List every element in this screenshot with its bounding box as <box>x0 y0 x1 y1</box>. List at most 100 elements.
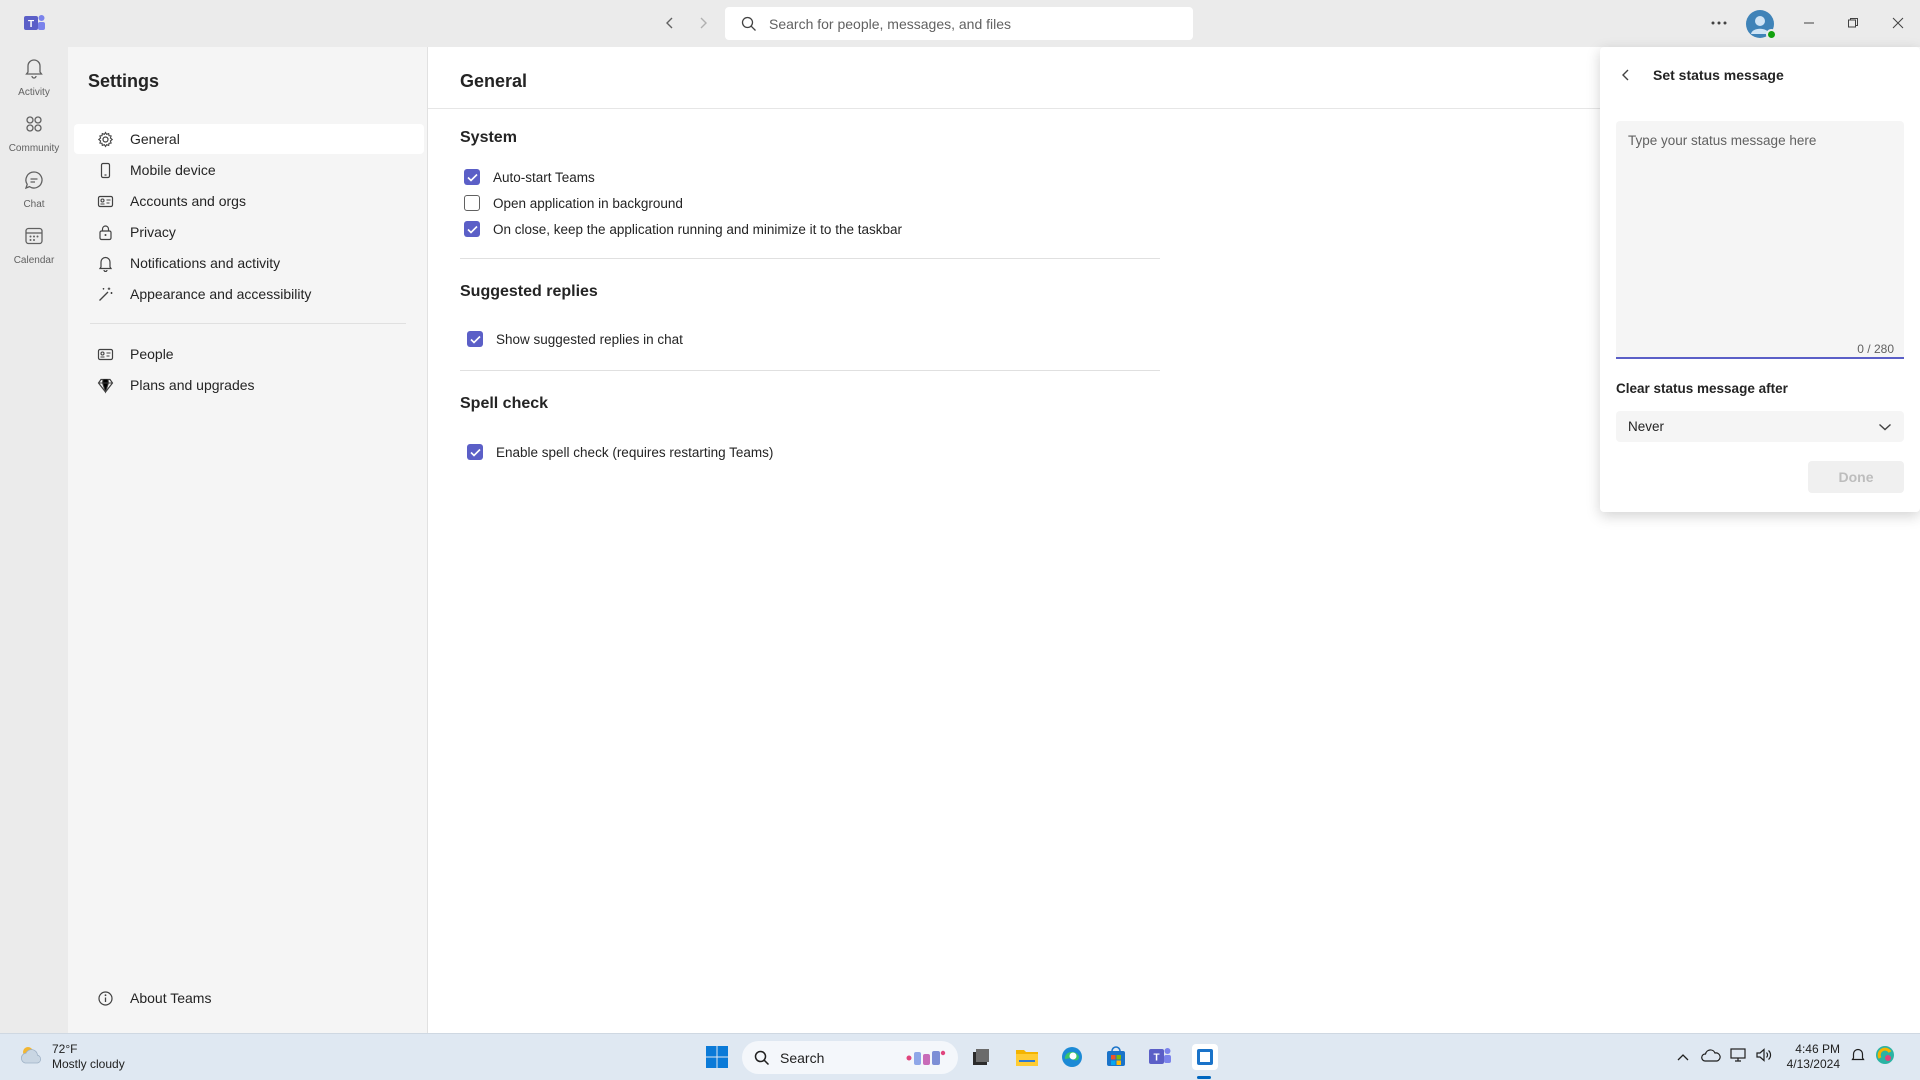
section-title-system: System <box>460 129 517 146</box>
chevron-up-icon[interactable] <box>1677 1048 1689 1066</box>
checkbox-checked[interactable] <box>467 331 483 347</box>
taskbar-search[interactable]: Search <box>742 1041 958 1074</box>
rail-item-chat[interactable]: Chat <box>0 169 68 221</box>
phone-icon <box>96 161 114 179</box>
sidebar-item-plans[interactable]: Plans and upgrades <box>74 370 424 400</box>
sidebar-item-label: Privacy <box>130 224 176 240</box>
sidebar-item-accounts[interactable]: Accounts and orgs <box>74 186 424 216</box>
cloudy-weather-icon <box>18 1044 44 1071</box>
title-bar: T Search for people, messages, and files <box>0 0 1920 47</box>
section-title-spell: Spell check <box>460 395 549 412</box>
settings-sidebar: Settings General Mobile device Accounts … <box>68 47 428 1033</box>
rail-item-community[interactable]: Community <box>0 113 68 165</box>
option-spell-check[interactable]: Enable spell check (requires restarting … <box>467 444 773 460</box>
option-label: Show suggested replies in chat <box>496 331 683 347</box>
option-label: Auto-start Teams <box>493 169 595 185</box>
search-input[interactable]: Search for people, messages, and files <box>725 7 1193 40</box>
active-app-icon[interactable] <box>1192 1044 1218 1070</box>
back-chevron-icon[interactable] <box>1616 65 1636 85</box>
rail-item-calendar[interactable]: Calendar <box>0 225 68 277</box>
copilot-icon[interactable] <box>1874 1044 1896 1071</box>
clear-after-dropdown[interactable]: Never <box>1616 411 1904 442</box>
onedrive-icon[interactable] <box>1700 1048 1721 1067</box>
option-label: On close, keep the application running a… <box>493 221 902 237</box>
taskbar-search-label: Search <box>780 1049 825 1066</box>
sidebar-item-notifications[interactable]: Notifications and activity <box>74 248 424 278</box>
sidebar-item-label: General <box>130 131 180 147</box>
search-icon <box>741 16 757 32</box>
gear-icon <box>96 130 114 148</box>
windows-taskbar: 72°F Mostly cloudy Search T 4:46 PM 4/13… <box>0 1033 1920 1080</box>
bell-icon <box>96 254 114 272</box>
forward-arrow-icon[interactable] <box>693 13 713 33</box>
calendar-icon <box>23 225 45 252</box>
sidebar-item-people[interactable]: People <box>74 339 424 369</box>
microsoft-store-icon[interactable] <box>1103 1044 1129 1070</box>
done-button[interactable]: Done <box>1808 461 1904 493</box>
option-suggested-replies[interactable]: Show suggested replies in chat <box>467 331 683 347</box>
svg-text:T: T <box>28 19 34 30</box>
checkbox-checked[interactable] <box>464 221 480 237</box>
diamond-icon <box>96 376 114 394</box>
sidebar-item-privacy[interactable]: Privacy <box>74 217 424 247</box>
clear-after-label: Clear status message after <box>1616 381 1788 396</box>
sidebar-item-about[interactable]: About Teams <box>74 983 424 1013</box>
section-divider <box>460 258 1160 259</box>
option-open-background[interactable]: Open application in background <box>464 195 683 211</box>
teams-taskbar-icon[interactable]: T <box>1147 1044 1173 1070</box>
windows-start-icon[interactable] <box>704 1044 730 1070</box>
checkbox-checked[interactable] <box>467 444 483 460</box>
volume-icon[interactable] <box>1755 1047 1773 1068</box>
weather-temp: 72°F <box>52 1042 78 1056</box>
option-label: Open application in background <box>493 195 683 211</box>
lock-icon <box>96 223 114 241</box>
weather-widget[interactable]: 72°F Mostly cloudy <box>18 1042 125 1072</box>
sidebar-item-label: Notifications and activity <box>130 255 281 271</box>
svg-text:T: T <box>1153 1053 1159 1064</box>
task-view-icon[interactable] <box>968 1044 994 1070</box>
dropdown-value: Never <box>1628 419 1665 434</box>
sidebar-title: Settings <box>88 71 160 91</box>
restore-icon[interactable] <box>1842 12 1864 34</box>
sidebar-item-label: Accounts and orgs <box>130 193 246 209</box>
rail-label: Calendar <box>13 255 55 266</box>
sidebar-item-appearance[interactable]: Appearance and accessibility <box>74 279 424 309</box>
settings-main: General System Auto-start Teams Open app… <box>428 47 1602 1033</box>
app-rail: Activity Community Chat Calendar <box>0 47 68 1033</box>
weather-desc: Mostly cloudy <box>52 1057 125 1071</box>
sidebar-item-general[interactable]: General <box>74 124 424 154</box>
rail-item-activity[interactable]: Activity <box>0 57 68 109</box>
taskbar-clock[interactable]: 4:46 PM 4/13/2024 <box>1787 1042 1840 1072</box>
wand-icon <box>96 285 114 303</box>
sidebar-item-mobile-device[interactable]: Mobile device <box>74 155 424 185</box>
clock-time: 4:46 PM <box>1795 1042 1840 1056</box>
status-message-panel: Set status message 0 / 280 Clear status … <box>1600 47 1920 512</box>
chevron-down-icon <box>1878 419 1892 434</box>
sidebar-item-label: Plans and upgrades <box>130 377 255 393</box>
clock-date: 4/13/2024 <box>1786 1057 1840 1071</box>
info-icon <box>96 989 114 1007</box>
search-highlight-icon <box>906 1049 946 1070</box>
edge-browser-icon[interactable] <box>1059 1044 1085 1070</box>
status-message-input[interactable] <box>1616 121 1904 359</box>
file-explorer-icon[interactable] <box>1014 1044 1040 1070</box>
option-keep-running[interactable]: On close, keep the application running a… <box>464 221 902 237</box>
character-counter: 0 / 280 <box>1857 342 1894 356</box>
notification-bell-icon[interactable] <box>1850 1047 1866 1068</box>
checkbox-unchecked[interactable] <box>464 195 480 211</box>
network-icon[interactable] <box>1729 1047 1747 1068</box>
community-icon <box>23 113 45 140</box>
more-options-icon[interactable] <box>1706 10 1732 36</box>
teams-logo-icon: T <box>24 13 46 33</box>
close-window-icon[interactable] <box>1887 12 1909 34</box>
back-arrow-icon[interactable] <box>660 13 680 33</box>
sidebar-item-label: Appearance and accessibility <box>130 286 312 302</box>
sidebar-item-label: Mobile device <box>130 162 216 178</box>
profile-avatar[interactable] <box>1746 10 1777 40</box>
option-auto-start[interactable]: Auto-start Teams <box>464 169 595 185</box>
minimize-icon[interactable] <box>1798 12 1820 34</box>
checkbox-checked[interactable] <box>464 169 480 185</box>
search-placeholder: Search for people, messages, and files <box>769 15 1012 32</box>
active-app-indicator <box>1197 1076 1211 1079</box>
bell-icon <box>23 57 45 84</box>
